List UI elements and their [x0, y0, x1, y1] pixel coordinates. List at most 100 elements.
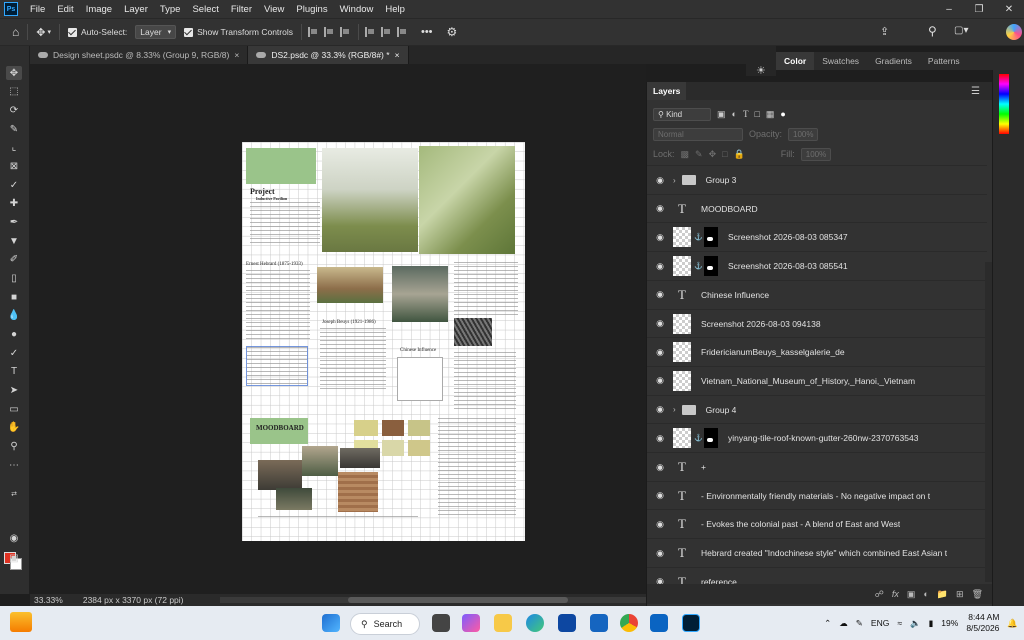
eye-visibility-icon[interactable]: ◉ — [653, 289, 667, 300]
tab-ds2[interactable]: DS2.psdc @ 33.3% (RGB/8#) * × — [248, 46, 409, 64]
rectangle-tool-icon[interactable]: ▭ — [6, 402, 22, 416]
link-icon[interactable]: ⚓ — [694, 233, 703, 241]
menu-select[interactable]: Select — [186, 4, 224, 15]
layer-row[interactable]: ◉ T - Evokes the colonial past - A blend o… — [647, 509, 987, 539]
trash-icon[interactable]: 🗑 — [972, 589, 983, 600]
chevron-right-icon[interactable]: › — [673, 176, 676, 185]
start-icon[interactable] — [322, 614, 340, 632]
home-icon[interactable]: ⌂ — [12, 25, 19, 39]
filter-type-icon[interactable]: T — [743, 109, 749, 119]
menu-help[interactable]: Help — [379, 4, 411, 15]
menu-file[interactable]: File — [24, 4, 51, 15]
lock-image-icon[interactable]: ✎ — [695, 149, 703, 160]
outlook-icon[interactable] — [650, 614, 668, 632]
battery-icon[interactable]: ▮ — [929, 618, 934, 629]
tab-design-sheet[interactable]: Design sheet.psdc @ 8.33% (Group 9, RGB/… — [30, 46, 249, 64]
align-center-icon[interactable] — [323, 27, 334, 37]
volume-icon[interactable]: 🔈 — [910, 618, 921, 629]
filter-shape-icon[interactable]: □ — [754, 109, 759, 119]
tab-patterns[interactable]: Patterns — [920, 56, 968, 66]
eye-visibility-icon[interactable]: ◉ — [653, 490, 667, 501]
chrome-icon[interactable] — [620, 614, 638, 632]
filter-pixel-icon[interactable]: ▣ — [717, 109, 726, 120]
marquee-tool-icon[interactable]: ⬚ — [6, 84, 22, 98]
lock-all-icon[interactable]: 🔒 — [734, 149, 745, 160]
move-tool-icon[interactable]: ✥ ▾ — [36, 26, 51, 39]
photoshop-taskbar-icon[interactable] — [682, 614, 700, 632]
restore-icon[interactable]: ❐ — [964, 0, 994, 18]
layer-row[interactable]: ◉ › Group 4 — [647, 394, 987, 424]
more-options-icon[interactable]: ••• — [421, 26, 433, 38]
align-left-icon[interactable] — [307, 27, 318, 37]
link-icon[interactable]: ⚓ — [694, 262, 703, 270]
gradient-tool-icon[interactable]: ■ — [6, 290, 22, 304]
language-indicator[interactable]: ENG — [871, 618, 889, 628]
layer-mask-thumbnail[interactable] — [704, 428, 718, 449]
link-icon[interactable]: ⚓ — [694, 434, 703, 442]
menu-window[interactable]: Window — [334, 4, 380, 15]
eye-visibility-icon[interactable]: ◉ — [653, 404, 667, 415]
menu-plugins[interactable]: Plugins — [290, 4, 333, 15]
eye-visibility-icon[interactable]: ◉ — [653, 433, 667, 444]
eye-visibility-icon[interactable]: ◉ — [653, 347, 667, 358]
document-canvas[interactable]: Project Inductive Pavilion Ernest Hebrar… — [242, 142, 525, 541]
kind-filter[interactable]: ⚲ Kind — [653, 107, 711, 121]
type-tool-icon[interactable]: T — [6, 364, 22, 378]
lock-transparent-icon[interactable]: ▩ — [681, 149, 690, 160]
layer-row[interactable]: ◉ T MOODBOARD — [647, 193, 987, 223]
adjustment-layer-icon[interactable]: ◐ — [923, 589, 928, 599]
history-brush-tool-icon[interactable]: ✐ — [6, 252, 22, 266]
menu-type[interactable]: Type — [154, 4, 187, 15]
wifi-icon[interactable]: ≈ — [897, 618, 902, 628]
lasso-tool-icon[interactable]: ⟳ — [6, 103, 22, 117]
chevron-right-icon[interactable]: › — [673, 405, 676, 414]
healing-brush-tool-icon[interactable]: ✚ — [6, 196, 22, 210]
weather-icon[interactable] — [10, 612, 32, 632]
align-top-icon[interactable] — [364, 27, 375, 37]
align-right-icon[interactable] — [339, 27, 350, 37]
auto-select-dropdown[interactable]: Layer ▾ — [135, 25, 177, 39]
file-explorer-icon[interactable] — [494, 614, 512, 632]
quick-mask-icon[interactable]: ◉ — [6, 531, 22, 545]
close-icon[interactable]: ✕ — [994, 0, 1024, 18]
align-middle-icon[interactable] — [380, 27, 391, 37]
clone-stamp-tool-icon[interactable]: ▼ — [6, 234, 22, 248]
eye-visibility-icon[interactable]: ◉ — [653, 232, 667, 243]
new-group-icon[interactable]: 📁 — [937, 589, 948, 600]
zoom-level[interactable]: 33.33% — [34, 595, 63, 605]
menu-view[interactable]: View — [258, 4, 290, 15]
layer-row[interactable]: ◉ ⚓ Screenshot 2026-08-03 085541 — [647, 251, 987, 281]
align-bottom-icon[interactable] — [396, 27, 407, 37]
eye-visibility-icon[interactable]: ◉ — [653, 548, 667, 559]
cloud-icon[interactable]: ☁ — [839, 618, 848, 629]
link-layers-icon[interactable]: ☍ — [875, 589, 884, 600]
task-view-icon[interactable] — [432, 614, 450, 632]
avatar[interactable] — [1006, 24, 1022, 40]
minimize-icon[interactable]: – — [934, 0, 964, 18]
fx-icon[interactable]: fx — [892, 589, 899, 599]
menu-filter[interactable]: Filter — [225, 4, 258, 15]
tab-swatches[interactable]: Swatches — [814, 56, 867, 66]
copilot-icon[interactable] — [462, 614, 480, 632]
crop-tool-icon[interactable]: ⌞ — [6, 140, 22, 154]
tab-color[interactable]: Color — [776, 52, 815, 70]
layer-row[interactable]: ◉ T + — [647, 452, 987, 481]
filter-toggle-icon[interactable]: ● — [780, 109, 785, 119]
clock[interactable]: 8:44 AM 8/5/2026 — [966, 612, 999, 634]
lock-position-icon[interactable]: ✥ — [709, 149, 717, 160]
scroll-thumb[interactable] — [348, 597, 568, 603]
eye-visibility-icon[interactable]: ◉ — [653, 261, 667, 272]
notification-bell-icon[interactable]: 🔔 — [1007, 618, 1018, 629]
layer-row[interactable]: ◉ Vietnam_National_Museum_of_History,_Han… — [647, 365, 987, 395]
microsoft-store-icon[interactable] — [590, 614, 608, 632]
layer-row[interactable]: ◉ › Group 3 — [647, 165, 987, 194]
layer-row[interactable]: ◉ T Hebrard created "Indochinese style" wh… — [647, 538, 987, 568]
gear-icon[interactable]: ⚙ — [447, 25, 458, 39]
opacity-field[interactable]: 100% — [788, 127, 819, 141]
edge-icon[interactable] — [526, 614, 544, 632]
frame-tool-icon[interactable]: ⊠ — [6, 159, 22, 173]
auto-select-checkbox[interactable]: Auto-Select: — [67, 27, 127, 37]
screen-mode-icon[interactable]: ▣ — [6, 551, 22, 565]
menu-edit[interactable]: Edit — [51, 4, 79, 15]
store-icon[interactable] — [558, 614, 576, 632]
